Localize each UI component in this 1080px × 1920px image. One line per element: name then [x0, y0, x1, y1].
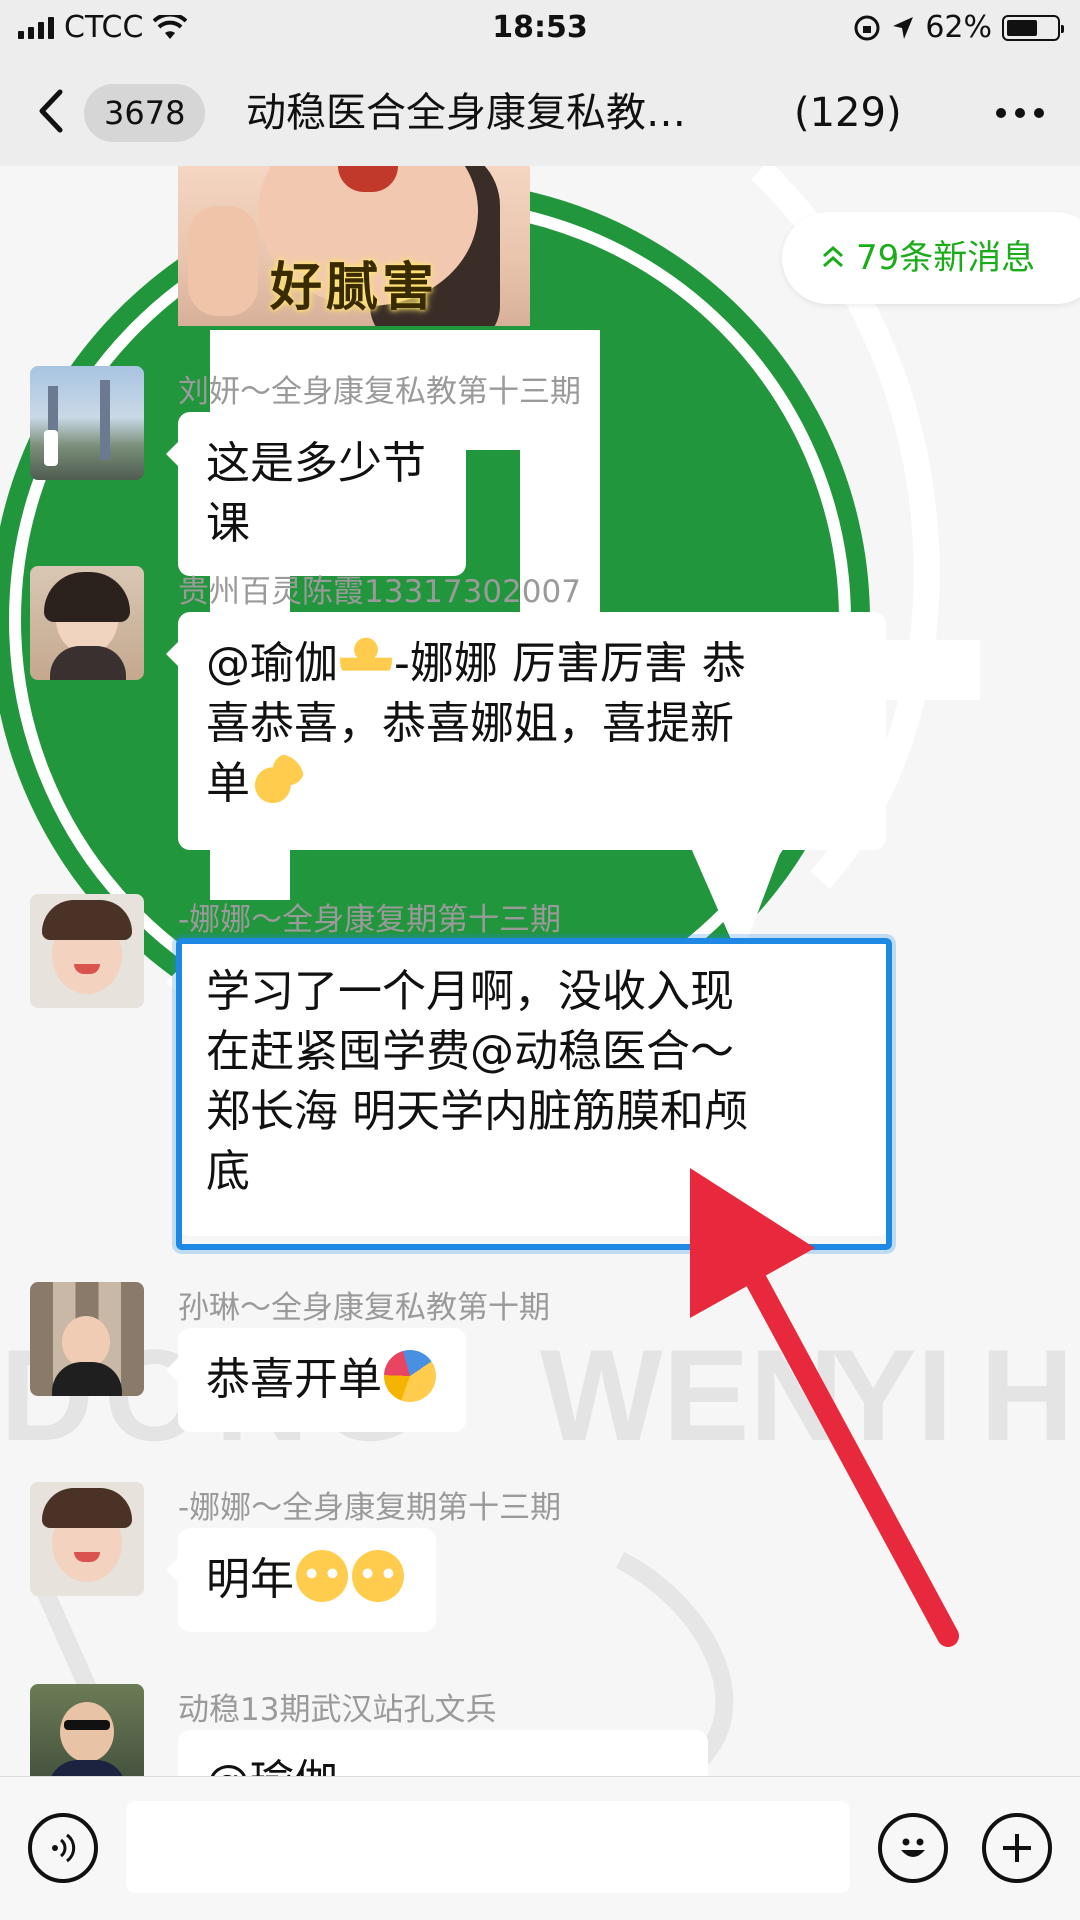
voice-icon[interactable] [28, 1813, 98, 1883]
annotation-arrow [690, 1168, 959, 1647]
plus-icon[interactable] [982, 1813, 1052, 1883]
message-input[interactable] [126, 1801, 850, 1893]
input-bar [0, 1776, 1080, 1920]
emoji-icon[interactable] [878, 1813, 948, 1883]
